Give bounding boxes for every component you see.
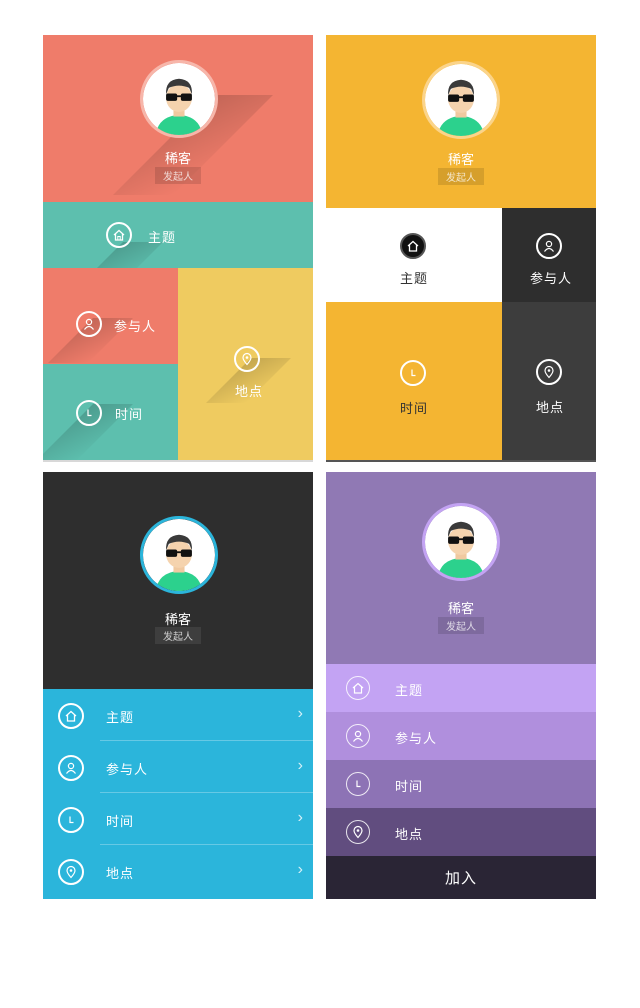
location-tile[interactable]: 地点 — [502, 302, 596, 460]
participants-tile[interactable]: 参与人 — [502, 208, 596, 302]
time-tile[interactable]: 时间 — [326, 302, 502, 460]
pin-icon — [58, 859, 84, 885]
panel-list-layout: 稀客 发起人 主题 › 参与人 › 时间 › 地点 › — [43, 472, 313, 899]
location-label: 地点 — [235, 384, 264, 399]
avatar-illustration — [143, 519, 215, 591]
pin-icon — [234, 346, 260, 372]
avatar[interactable] — [140, 516, 218, 594]
avatar-illustration — [425, 64, 497, 136]
clock-icon — [76, 400, 102, 426]
join-button[interactable]: 加入 — [326, 856, 596, 899]
panel-purple-layout: 稀客 发起人 主题 参与人 时间 地点 加入 — [326, 472, 596, 899]
menu-list: 主题 › 参与人 › 时间 › 地点 › — [43, 689, 313, 899]
panel-divider — [326, 460, 596, 462]
time-label: 时间 — [106, 814, 135, 829]
list-item-topic[interactable]: 主题 › — [43, 689, 313, 741]
role-badge: 发起人 — [155, 627, 201, 644]
chevron-right-icon: › — [297, 809, 303, 826]
location-tile[interactable]: 地点 — [178, 268, 313, 460]
role-badge: 发起人 — [438, 617, 484, 634]
participants-label: 参与人 — [106, 762, 149, 777]
panel-divider — [43, 460, 313, 462]
clock-icon — [58, 807, 84, 833]
list-item-location[interactable]: 地点 › — [43, 845, 313, 897]
role-badge: 发起人 — [438, 168, 484, 185]
topic-tile[interactable]: 主题 — [326, 208, 502, 302]
home-icon — [106, 222, 132, 248]
topic-label: 主题 — [395, 683, 424, 698]
location-label: 地点 — [106, 866, 135, 881]
join-label: 加入 — [444, 870, 477, 887]
list-item-time[interactable]: 时间 › — [43, 793, 313, 845]
chevron-right-icon: › — [297, 705, 303, 722]
time-label: 时间 — [400, 401, 429, 416]
avatar-illustration — [425, 506, 497, 578]
clock-icon — [346, 772, 370, 796]
participants-label: 参与人 — [114, 319, 157, 334]
chevron-right-icon: › — [297, 757, 303, 774]
list-item-participants[interactable]: 参与人 › — [43, 741, 313, 793]
profile-name: 稀客 — [164, 612, 191, 627]
panel-coral-layout: 稀客 发起人 主题 参与人 时间 地点 — [43, 35, 313, 460]
avatar[interactable] — [422, 61, 500, 139]
home-icon — [58, 703, 84, 729]
profile-name: 稀客 — [447, 152, 474, 167]
topic-tile[interactable]: 主题 — [43, 202, 313, 287]
home-icon — [346, 676, 370, 700]
profile-name: 稀客 — [164, 151, 191, 166]
avatar-illustration — [143, 63, 215, 135]
participants-label: 参与人 — [395, 731, 438, 746]
location-label: 地点 — [395, 827, 424, 842]
participants-label: 参与人 — [530, 271, 573, 286]
profile-name: 稀客 — [447, 601, 474, 616]
user-icon — [346, 724, 370, 748]
topic-label: 主题 — [148, 230, 177, 245]
pin-icon — [346, 820, 370, 844]
list-item-participants[interactable]: 参与人 — [326, 712, 596, 760]
time-label: 时间 — [115, 407, 144, 422]
avatar[interactable] — [140, 60, 218, 138]
chevron-right-icon: › — [297, 861, 303, 878]
user-icon — [58, 755, 84, 781]
panel-amber-layout: 稀客 发起人 主题 参与人 时间 地点 — [326, 35, 596, 460]
time-tile[interactable]: 时间 — [43, 364, 178, 460]
role-badge: 发起人 — [155, 167, 201, 184]
clock-icon — [400, 360, 426, 386]
user-icon — [536, 233, 562, 259]
list-item-location[interactable]: 地点 — [326, 808, 596, 856]
participants-tile[interactable]: 参与人 — [43, 268, 178, 364]
list-item-time[interactable]: 时间 — [326, 760, 596, 808]
time-label: 时间 — [395, 779, 424, 794]
user-icon — [76, 311, 102, 337]
home-icon — [400, 233, 426, 259]
avatar[interactable] — [422, 503, 500, 581]
topic-label: 主题 — [400, 271, 429, 286]
topic-label: 主题 — [106, 710, 135, 725]
list-item-topic[interactable]: 主题 — [326, 664, 596, 712]
pin-icon — [536, 359, 562, 385]
location-label: 地点 — [536, 400, 565, 415]
